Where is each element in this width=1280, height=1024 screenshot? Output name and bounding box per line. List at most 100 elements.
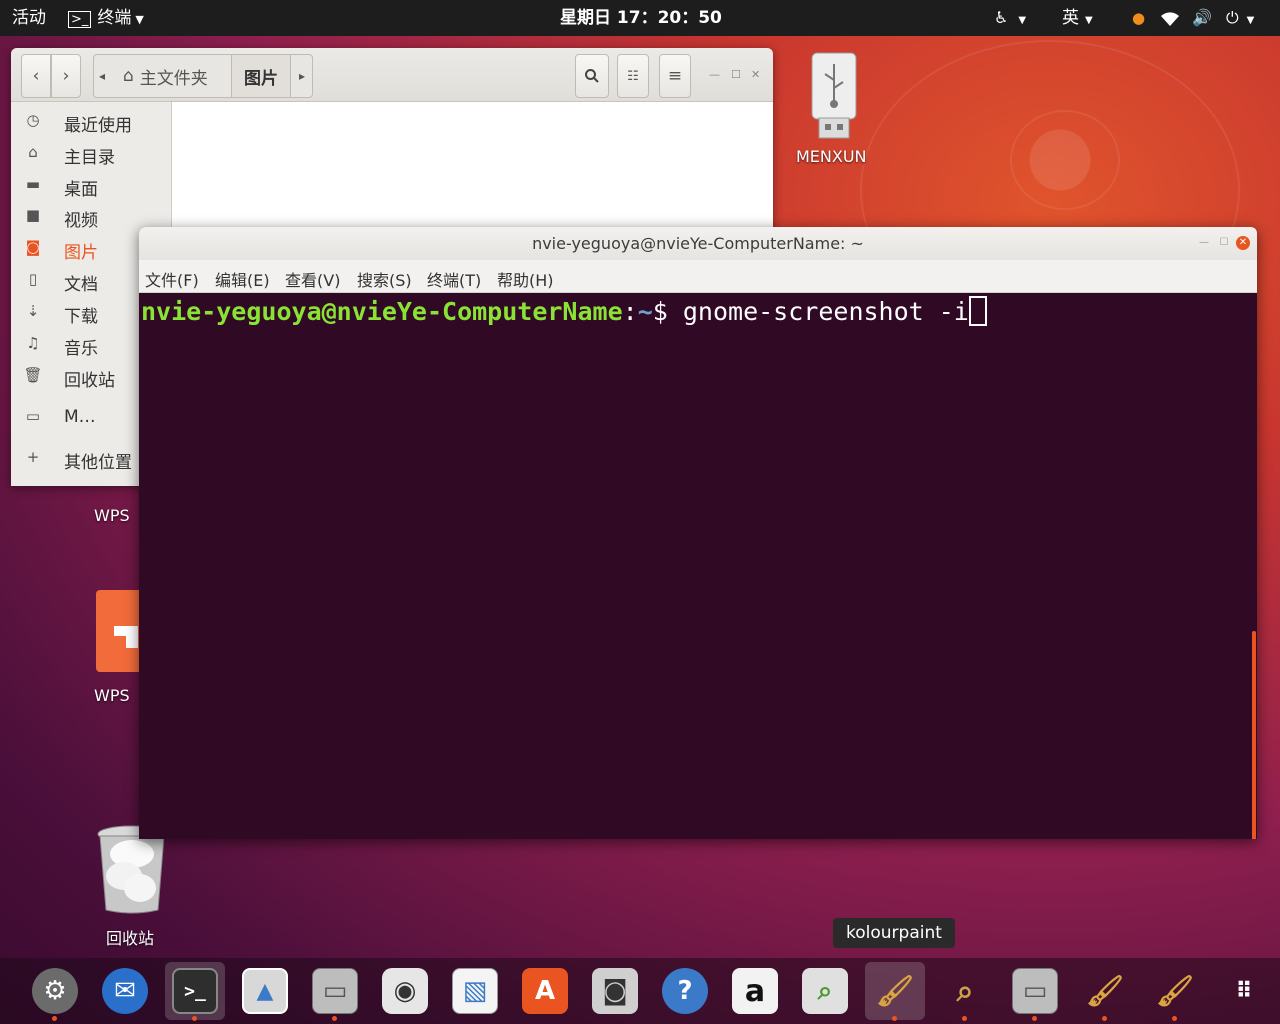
camera-icon: ◙ <box>592 968 638 1014</box>
dock-kolourpaint-3[interactable]: 🖌 <box>1145 962 1205 1021</box>
forward-button[interactable]: › <box>51 54 81 98</box>
usb-drive-icon[interactable] <box>811 52 857 140</box>
scrollbar[interactable] <box>1252 631 1256 839</box>
app-menu[interactable]: >_ 终端 ▼ <box>68 0 144 36</box>
menu-edit[interactable]: 编辑(E) <box>215 267 270 291</box>
folder-icon: ▬ <box>25 175 41 193</box>
dock-kolourpaint[interactable]: 🖌 <box>865 962 925 1021</box>
dock-settings[interactable]: ⚙ <box>25 962 85 1021</box>
wifi-icon[interactable] <box>1160 0 1180 36</box>
dock-amazon[interactable]: a <box>725 962 785 1020</box>
dock-magnifier[interactable]: ⌕ <box>935 962 995 1021</box>
sidebar-item-label: 图片 <box>64 243 98 263</box>
app-grid-icon: ⠿ <box>1235 978 1255 1004</box>
video-icon: ■ <box>25 206 41 224</box>
breadcrumb-label: 主文件夹 <box>139 68 208 89</box>
dock-files-2[interactable]: ▭ <box>1005 962 1065 1021</box>
file-manager-header: ‹ › ◂ ⌂ 主文件夹 图片 ▸ ☷ ≡ — ☐ ✕ <box>11 48 773 102</box>
minimize-icon[interactable]: — <box>709 68 720 81</box>
dock-tooltip: kolourpaint <box>833 918 955 948</box>
power-icon[interactable]: ⏻ ▼ <box>1226 0 1254 36</box>
menu-button[interactable]: ≡ <box>659 54 691 98</box>
menu-view[interactable]: 查看(V) <box>285 267 340 291</box>
dock-files[interactable]: ▭ <box>305 962 365 1021</box>
text-cursor <box>968 296 987 326</box>
dock-rhythmbox[interactable]: ◉ <box>375 962 435 1020</box>
hamburger-icon: ≡ <box>667 66 683 86</box>
prompt-user: nvie-yeguoya@nvieYe-ComputerName <box>141 297 623 326</box>
dock-image-viewer[interactable]: ▲ <box>235 962 295 1020</box>
search-icon <box>585 69 599 83</box>
magnifier-icon: ⌕ <box>956 973 974 1009</box>
wps-label[interactable]: WPS <box>94 506 130 525</box>
document-image-icon: ▧ <box>452 968 498 1014</box>
breadcrumb-pictures[interactable]: 图片 <box>231 54 291 98</box>
home-icon: ⌂ <box>28 143 38 161</box>
menu-search[interactable]: 搜索(S) <box>357 267 412 291</box>
minimize-icon[interactable]: — <box>1197 236 1211 250</box>
back-button[interactable]: ‹ <box>21 54 51 98</box>
trash-icon: 🗑 <box>23 366 43 384</box>
breadcrumb-home[interactable]: ⌂ 主文件夹 <box>111 54 220 98</box>
dock: ⚙ ✉ >_ ▲ ▭ ◉ ▧ A ◙ ? a ⌕ 🖌 ⌕ ▭ 🖌 🖌 ⠿ <box>0 958 1280 1024</box>
dock-thunderbird[interactable]: ✉ <box>95 962 155 1020</box>
dock-system-monitor[interactable]: ⌕ <box>795 962 855 1020</box>
wps-label[interactable]: WPS <box>94 686 130 705</box>
sidebar-item-recent[interactable]: ◷ 最近使用 <box>11 107 172 137</box>
menu-terminal[interactable]: 终端(T) <box>427 267 481 291</box>
clock-icon: ◷ <box>26 111 40 129</box>
sidebar-item-label: 下载 <box>64 307 98 327</box>
dock-libreoffice-draw[interactable]: ▧ <box>445 962 505 1020</box>
top-bar: 活动 >_ 终端 ▼ 星期日 17：20：50 ♿ ▼ 英 ▼ ● 🔊 ⏻ ▼ <box>0 0 1280 36</box>
trash-label[interactable]: 回收站 <box>106 925 154 949</box>
sidebar-item-desktop[interactable]: ▬ 桌面 <box>11 171 172 201</box>
system-monitor-icon: ⌕ <box>802 968 848 1014</box>
clock[interactable]: 星期日 17：20：50 <box>560 0 722 36</box>
close-icon[interactable]: ✕ <box>751 68 760 81</box>
maximize-icon[interactable]: ☐ <box>1217 236 1231 250</box>
menu-help[interactable]: 帮助(H) <box>497 267 554 291</box>
terminal-icon: >_ <box>68 11 92 28</box>
amazon-icon: a <box>732 968 778 1014</box>
command-text: gnome-screenshot -i <box>682 297 969 326</box>
chevron-left-icon: ‹ <box>32 66 40 86</box>
volume-icon[interactable]: 🔊 <box>1192 0 1212 36</box>
sidebar-item-label: 桌面 <box>64 180 98 200</box>
view-toggle-button[interactable]: ☷ <box>617 54 649 98</box>
dock-software-center[interactable]: A <box>515 962 575 1020</box>
sidebar-item-home[interactable]: ⌂ 主目录 <box>11 139 172 169</box>
dock-kolourpaint-2[interactable]: 🖌 <box>1075 962 1135 1021</box>
sidebar-item-label: 其他位置 <box>64 453 132 473</box>
dock-terminal[interactable]: >_ <box>165 962 225 1021</box>
terminal-titlebar[interactable]: nvie-yeguoya@nvieYe-ComputerName: ~ — ☐ … <box>139 227 1257 260</box>
files-icon: ▭ <box>312 968 358 1014</box>
path-scroll-left-icon[interactable]: ◂ <box>95 54 109 98</box>
activities-button[interactable]: 活动 <box>12 0 46 36</box>
notification-dot-icon[interactable]: ● <box>1132 0 1145 36</box>
path-scroll-right-icon[interactable]: ▸ <box>295 54 309 98</box>
download-icon: ⇣ <box>26 302 40 320</box>
sidebar-item-label: M… <box>64 407 96 427</box>
usb-drive-label[interactable]: MENXUN <box>796 147 867 166</box>
software-center-icon: A <box>522 968 568 1014</box>
sidebar-item-label: 最近使用 <box>64 116 132 136</box>
input-method-indicator[interactable]: 英 ▼ <box>1062 0 1093 36</box>
menu-file[interactable]: 文件(F) <box>145 267 199 291</box>
show-applications-button[interactable]: ⠿ <box>1215 962 1275 1020</box>
breadcrumb-label: 图片 <box>244 68 278 89</box>
terminal-body[interactable]: nvie-yeguoya@nvieYe-ComputerName:~$ gnom… <box>139 293 1257 839</box>
sidebar-item-label: 文档 <box>64 275 98 295</box>
running-indicator <box>962 1016 967 1021</box>
dock-help[interactable]: ? <box>655 962 715 1020</box>
rhythmbox-icon: ◉ <box>382 968 428 1014</box>
dock-screenshot[interactable]: ◙ <box>585 962 645 1020</box>
running-indicator <box>52 1016 57 1021</box>
maximize-icon[interactable]: ☐ <box>731 68 741 81</box>
terminal-icon: >_ <box>172 968 218 1014</box>
thunderbird-icon: ✉ <box>102 968 148 1014</box>
settings-icon: ⚙ <box>32 968 78 1014</box>
close-icon[interactable]: ✕ <box>1236 236 1250 250</box>
search-button[interactable] <box>575 54 609 98</box>
wallpaper-decoration <box>1010 110 1120 210</box>
accessibility-icon[interactable]: ♿ ▼ <box>994 0 1026 36</box>
